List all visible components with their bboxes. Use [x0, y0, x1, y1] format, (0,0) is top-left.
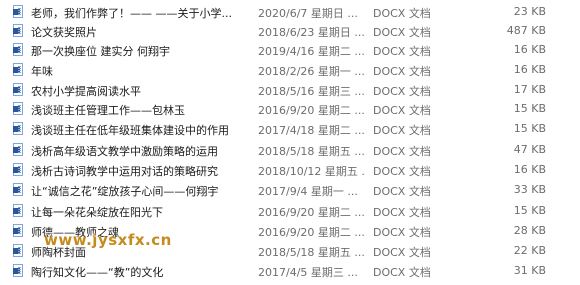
date-modified: 2019/4/16 星期二 ... — [258, 45, 365, 58]
file-size: 28 KB — [513, 224, 546, 237]
word-document-icon — [13, 143, 23, 156]
file-size: 487 KB — [506, 24, 546, 37]
date-modified: 2018/2/26 星期一 ... — [258, 65, 365, 78]
date-modified: 2017/9/4 星期一 ... — [258, 185, 358, 198]
file-row[interactable]: 浅谈班主任在低年级班集体建设中的作用 2017/4/18 星期二 ... DOC… — [0, 119, 580, 138]
date-modified: 2018/6/23 星期日 ... — [258, 26, 365, 39]
file-size: 17 KB — [513, 83, 546, 96]
file-type: DOCX 文档 — [373, 45, 431, 58]
file-name: 年味 — [31, 65, 53, 78]
date-modified: 2017/4/18 星期二 ... — [258, 124, 365, 137]
file-name: 让每一朵花朵绽放在阳光下 — [31, 206, 163, 219]
file-name: 老师，我们作弊了！—— ——关于小学... — [31, 7, 232, 20]
file-row[interactable]: 陶行知文化——“教”的文化 2017/4/5 星期三 ... DOCX 文档 3… — [0, 261, 580, 280]
file-size: 16 KB — [513, 163, 546, 176]
file-name: 陶行知文化——“教”的文化 — [31, 266, 164, 279]
file-type: DOCX 文档 — [373, 26, 431, 39]
date-modified: 2018/10/12 星期五 ... — [258, 165, 366, 178]
file-type: DOCX 文档 — [373, 104, 431, 117]
file-type: DOCX 文档 — [373, 226, 431, 239]
word-document-icon — [13, 5, 23, 18]
file-name: 论文获奖照片 — [31, 26, 97, 39]
file-size: 15 KB — [513, 122, 546, 135]
word-document-icon — [13, 204, 23, 217]
file-type: DOCX 文档 — [373, 65, 431, 78]
file-row[interactable]: 浅析古诗词教学中运用对话的策略研究 2018/10/12 星期五 ... DOC… — [0, 160, 580, 179]
file-size: 23 KB — [513, 5, 546, 18]
file-row[interactable]: 浅谈班主任管理工作——包林玉 2016/9/20 星期二 ... DOCX 文档… — [0, 99, 580, 118]
file-type: DOCX 文档 — [373, 246, 431, 259]
file-name: 浅析高年级语文教学中激励策略的运用 — [31, 145, 218, 158]
file-size: 33 KB — [513, 183, 546, 196]
word-document-icon — [13, 122, 23, 135]
file-row[interactable]: 论文获奖照片 2018/6/23 星期日 ... DOCX 文档 487 KB — [0, 21, 580, 40]
date-modified: 2018/5/16 星期三 ... — [258, 85, 365, 98]
word-document-icon — [13, 102, 23, 115]
date-modified: 2016/9/20 星期二 ... — [258, 226, 365, 239]
file-type: DOCX 文档 — [373, 165, 431, 178]
watermark: www.jysxfx.cn — [44, 231, 172, 249]
date-modified: 2018/5/18 星期五 ... — [258, 246, 365, 259]
word-document-icon — [13, 83, 23, 96]
word-document-icon — [13, 183, 23, 196]
file-name: 农村小学提高阅读水平 — [31, 85, 141, 98]
file-size: 47 KB — [513, 143, 546, 156]
file-size: 31 KB — [513, 264, 546, 277]
date-modified: 2016/9/20 星期二 ... — [258, 206, 365, 219]
date-modified: 2020/6/7 星期日 ... — [258, 7, 358, 20]
file-type: DOCX 文档 — [373, 124, 431, 137]
file-name: 那一次换座位 建实分 何翔宇 — [31, 45, 170, 58]
file-type: DOCX 文档 — [373, 185, 431, 198]
file-type: DOCX 文档 — [373, 145, 431, 158]
file-type: DOCX 文档 — [373, 266, 431, 279]
word-document-icon — [13, 63, 23, 76]
file-type: DOCX 文档 — [373, 7, 431, 20]
file-name: 浅谈班主任在低年级班集体建设中的作用 — [31, 124, 229, 137]
file-type: DOCX 文档 — [373, 85, 431, 98]
date-modified: 2017/4/5 星期三 ... — [258, 266, 358, 279]
date-modified: 2016/9/20 星期二 ... — [258, 104, 365, 117]
word-document-icon — [13, 244, 23, 257]
file-name: 让“诚信之花”绽放孩子心间——何翔宇 — [31, 185, 219, 198]
file-size: 16 KB — [513, 63, 546, 76]
file-size: 16 KB — [513, 43, 546, 56]
file-row[interactable]: 农村小学提高阅读水平 2018/5/16 星期三 ... DOCX 文档 17 … — [0, 80, 580, 99]
file-name: 浅谈班主任管理工作——包林玉 — [31, 104, 185, 117]
file-row[interactable]: 让每一朵花朵绽放在阳光下 2016/9/20 星期二 ... DOCX 文档 1… — [0, 201, 580, 220]
file-size: 15 KB — [513, 102, 546, 115]
file-type: DOCX 文档 — [373, 206, 431, 219]
date-modified: 2018/5/18 星期五 ... — [258, 145, 365, 158]
file-name: 浅析古诗词教学中运用对话的策略研究 — [31, 165, 218, 178]
file-row[interactable]: 让“诚信之花”绽放孩子心间——何翔宇 2017/9/4 星期一 ... DOCX… — [0, 180, 580, 199]
file-row[interactable]: 年味 2018/2/26 星期一 ... DOCX 文档 16 KB — [0, 60, 580, 79]
word-document-icon — [13, 163, 23, 176]
word-document-icon — [13, 43, 23, 56]
word-document-icon — [13, 24, 23, 37]
file-size: 22 KB — [513, 244, 546, 257]
file-size: 15 KB — [513, 204, 546, 217]
word-document-icon — [13, 264, 23, 277]
file-row[interactable]: 那一次换座位 建实分 何翔宇 2019/4/16 星期二 ... DOCX 文档… — [0, 40, 580, 59]
file-row[interactable]: 老师，我们作弊了！—— ——关于小学... 2020/6/7 星期日 ... D… — [0, 2, 580, 21]
word-document-icon — [13, 224, 23, 237]
file-row[interactable]: 浅析高年级语文教学中激励策略的运用 2018/5/18 星期五 ... DOCX… — [0, 140, 580, 159]
